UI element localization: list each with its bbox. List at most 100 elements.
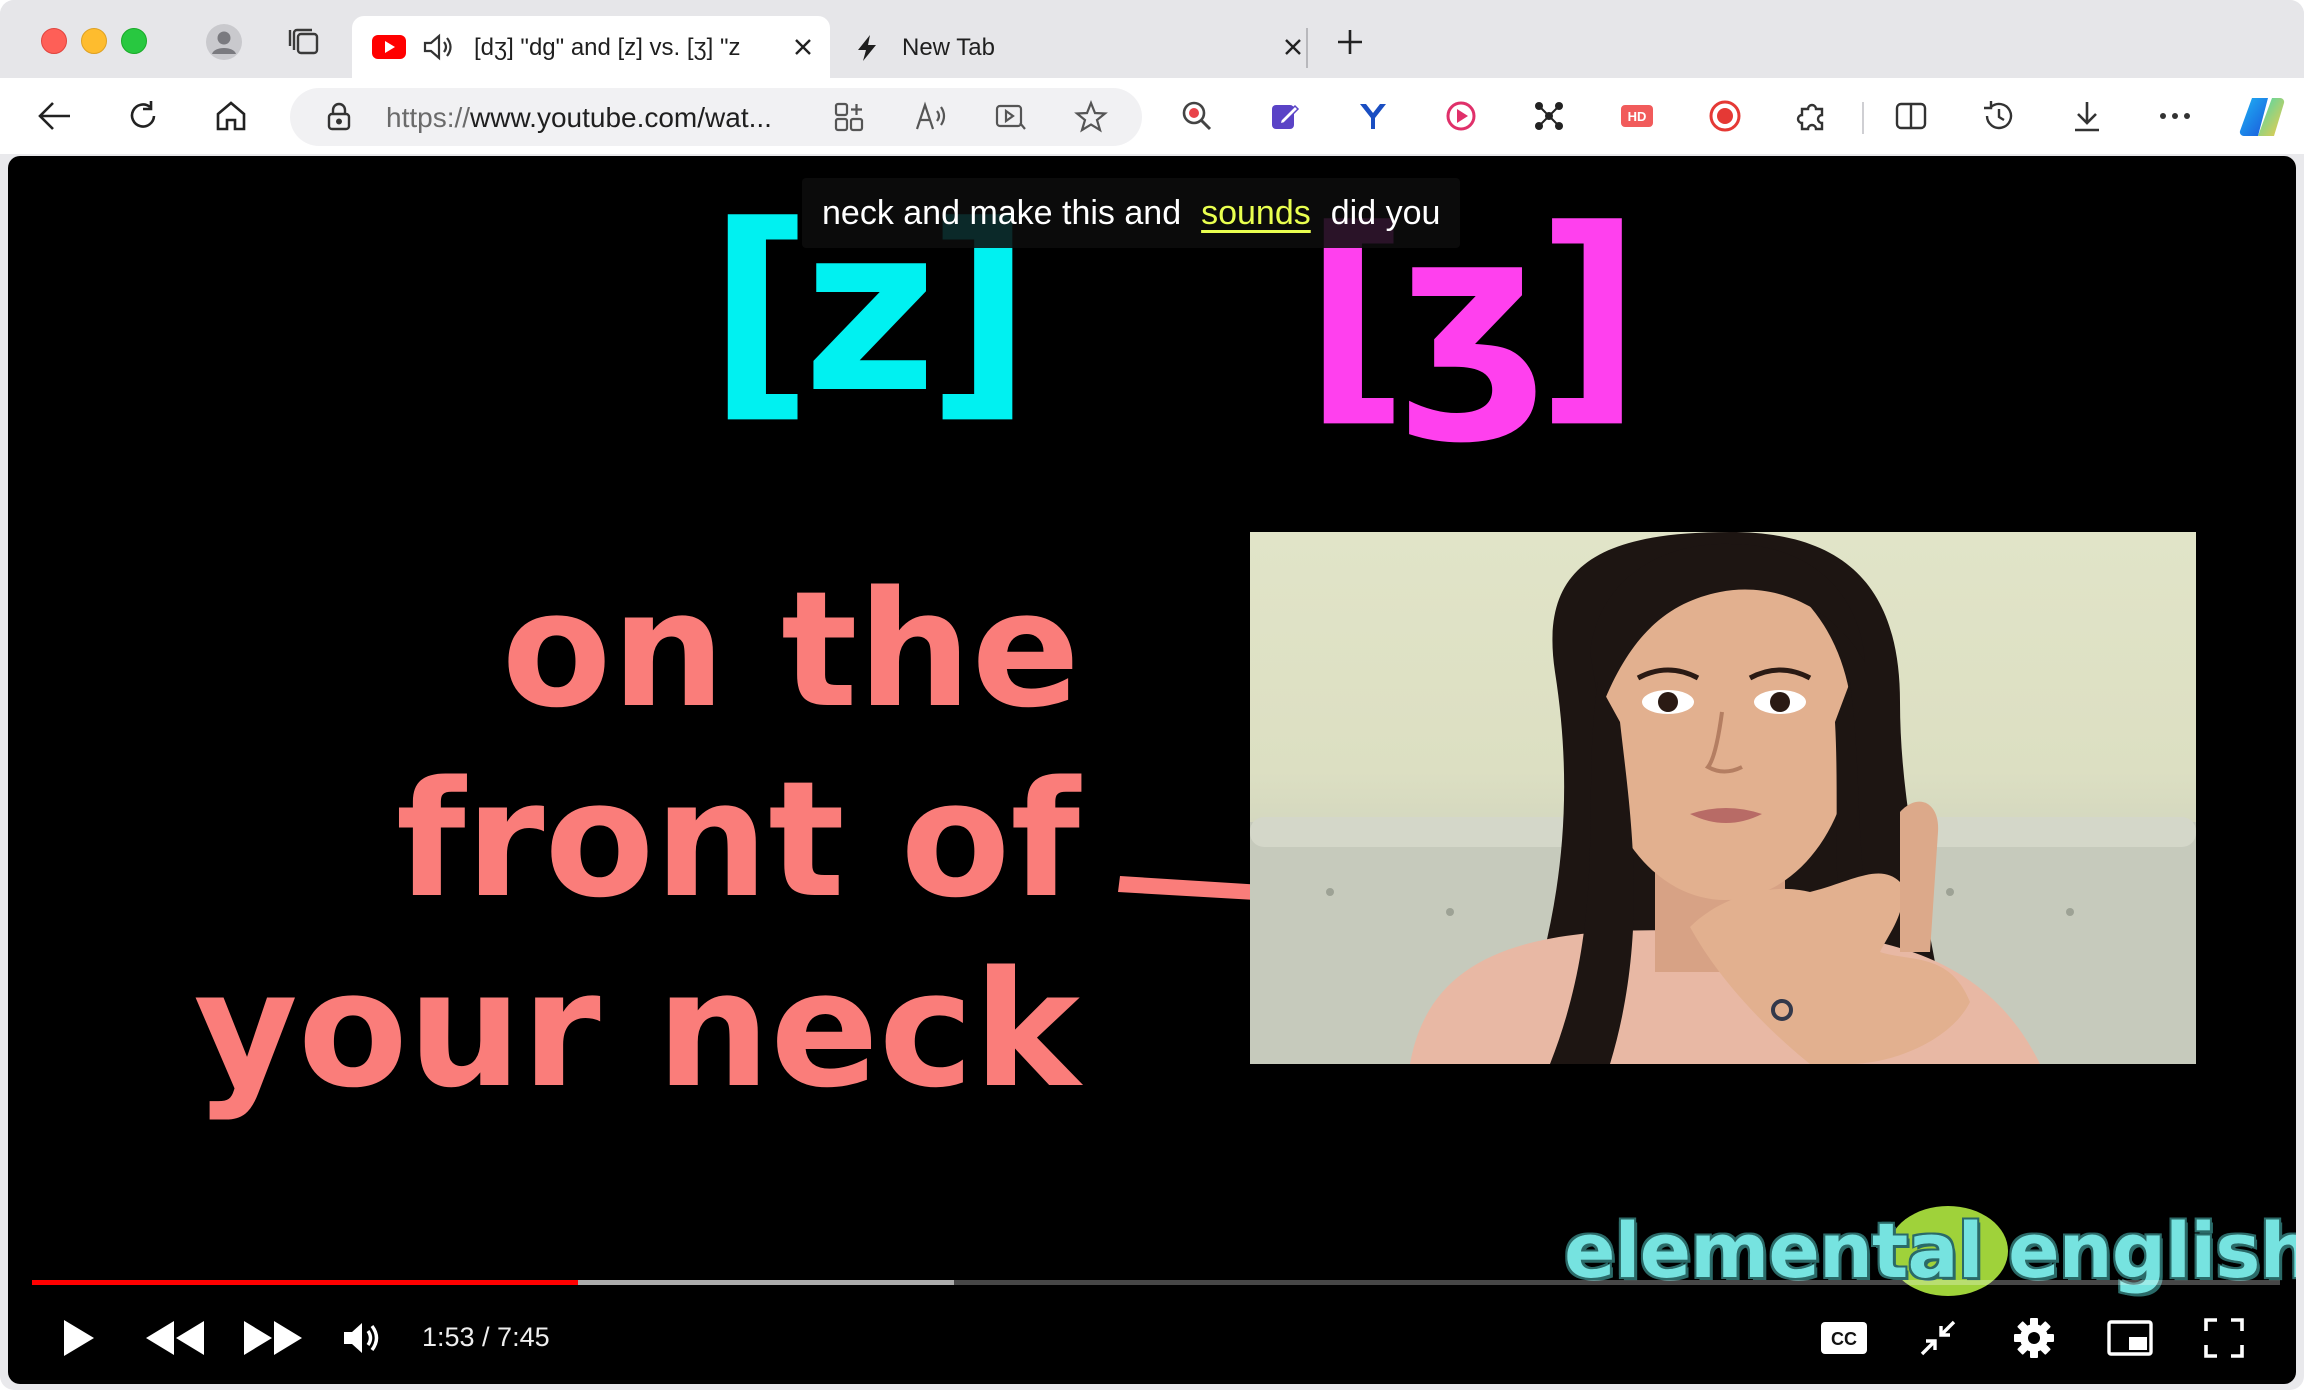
extension-video-button[interactable] (1438, 94, 1484, 138)
caption-text-before: neck and make this and (822, 193, 1182, 232)
extension-search-button[interactable] (1174, 94, 1220, 138)
url-host-path: www.youtube.com/wat... (470, 102, 772, 133)
downloads-button[interactable] (2064, 94, 2110, 138)
copilot-icon (2239, 97, 2285, 137)
speaker-icon[interactable] (422, 32, 456, 62)
extension-hd-button[interactable]: HD (1614, 94, 1660, 138)
favorite-button[interactable] (1070, 96, 1112, 138)
fast-forward-button[interactable] (238, 1308, 308, 1368)
record-icon (1709, 100, 1741, 132)
play-circle-icon (1446, 101, 1476, 131)
collections-icon (288, 28, 319, 55)
youtube-icon (372, 35, 406, 59)
volume-icon (344, 1323, 379, 1353)
profile-icon (206, 24, 242, 60)
tab-actions-button[interactable] (282, 22, 326, 62)
history-icon (1984, 101, 2013, 130)
tab-strip: [dʒ] "dg" and [z] vs. [ʒ] "z New Tab (0, 0, 2304, 78)
extensions-button[interactable] (1790, 94, 1836, 138)
copilot-button[interactable] (2236, 92, 2288, 142)
extension-record-button[interactable] (1702, 94, 1748, 138)
read-aloud-button[interactable] (910, 96, 952, 138)
back-button[interactable] (32, 94, 78, 138)
star-icon (1074, 100, 1108, 133)
fullscreen-button[interactable] (2194, 1308, 2254, 1368)
caption-highlighted-word: sounds (1201, 193, 1311, 232)
network-icon (1535, 102, 1563, 130)
progress-played (32, 1280, 579, 1285)
site-info-button[interactable] (318, 96, 360, 138)
close-tab-button[interactable] (790, 34, 816, 60)
slide-text-line: your neck (193, 936, 1080, 1123)
url-text[interactable]: https://www.youtube.com/wat... (386, 102, 772, 134)
caption-text-after: did you (1330, 193, 1441, 232)
tab-title: New Tab (902, 34, 995, 61)
video-player[interactable]: [z] [ʒ] neck and make this and sounds did … (8, 156, 2296, 1384)
cc-icon: CC (1821, 1322, 1867, 1354)
subtitles-button[interactable]: CC (1814, 1308, 1874, 1368)
video-search-button[interactable] (990, 96, 1032, 138)
history-button[interactable] (1976, 94, 2022, 138)
back-arrow-icon (38, 102, 70, 130)
refresh-icon (130, 101, 156, 128)
presenter-video-frame (1250, 532, 2196, 1064)
miniplayer-toggle-button[interactable] (1908, 1308, 1968, 1368)
progress-bar[interactable] (32, 1280, 2280, 1285)
edit-note-icon (1272, 104, 1300, 129)
collapse-arrows-icon (1920, 1320, 1956, 1356)
extension-notes-button[interactable] (1262, 94, 1308, 138)
close-tab-button[interactable] (1280, 34, 1306, 60)
download-icon (2075, 102, 2099, 132)
refresh-button[interactable] (120, 94, 166, 138)
settings-button[interactable] (2004, 1308, 2064, 1368)
extension-network-button[interactable] (1526, 94, 1572, 138)
split-screen-button[interactable] (1888, 94, 1934, 138)
gear-icon (2014, 1318, 2054, 1358)
rewind-button[interactable] (140, 1308, 210, 1368)
url-scheme: https:// (386, 102, 471, 133)
more-menu-button[interactable] (2152, 94, 2198, 138)
volume-button[interactable] (332, 1308, 392, 1368)
miniplayer-button[interactable] (2100, 1308, 2160, 1368)
address-bar[interactable]: https://www.youtube.com/wat... (290, 88, 1142, 146)
miniplayer-icon (2107, 1320, 2153, 1356)
close-icon (1285, 39, 1301, 55)
rewind-icon (146, 1321, 204, 1355)
browser-window: [dʒ] "dg" and [z] vs. [ʒ] "z New Tab htt… (0, 0, 2304, 1390)
play-button[interactable] (48, 1308, 108, 1368)
fast-forward-icon (244, 1321, 302, 1355)
tab-separator (1306, 28, 1308, 68)
time-display: 1:53 / 7:45 (422, 1322, 550, 1352)
new-tab-button[interactable] (1328, 22, 1372, 62)
video-frame-icon (995, 104, 1026, 130)
read-aloud-icon (915, 101, 946, 130)
minimize-window-button[interactable] (81, 28, 107, 54)
close-icon (795, 39, 811, 55)
slide-text-line: on the (501, 556, 1080, 743)
home-button[interactable] (208, 94, 254, 138)
close-window-button[interactable] (41, 28, 67, 54)
lock-icon (327, 102, 351, 131)
apps-add-icon (834, 102, 864, 132)
toolbar-divider (1862, 102, 1864, 134)
home-icon (216, 101, 246, 131)
caption-window[interactable]: neck and make this and sounds did you (802, 178, 1461, 248)
extension-y-button[interactable] (1350, 94, 1396, 138)
zoom-window-button[interactable] (121, 28, 147, 54)
puzzle-icon (1796, 103, 1824, 131)
tab-youtube[interactable]: [dʒ] "dg" and [z] vs. [ʒ] "z (352, 16, 830, 78)
hd-icon: HD (1621, 105, 1653, 127)
tab-title: [dʒ] "dg" and [z] vs. [ʒ] "z (474, 34, 741, 61)
svg-text:HD: HD (1628, 109, 1647, 124)
ellipsis-icon (2160, 113, 2190, 119)
app-available-button[interactable] (828, 96, 870, 138)
fullscreen-icon (2204, 1318, 2244, 1358)
presenter-illustration (1250, 532, 2196, 1064)
search-icon (1182, 101, 1212, 131)
slide-text-line: front of (395, 746, 1080, 933)
y-logo-icon (1360, 104, 1386, 129)
plus-icon (1338, 30, 1362, 54)
profile-button[interactable] (202, 22, 246, 62)
lightning-icon (858, 35, 876, 61)
tab-new-tab[interactable]: New Tab (840, 16, 1301, 78)
